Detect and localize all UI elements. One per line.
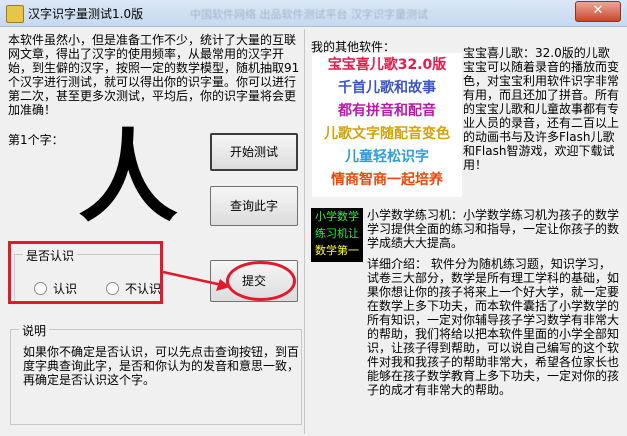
math-icon-line: 数学第一 — [315, 244, 359, 257]
ad-banner[interactable]: 宝宝喜儿歌32.0版 千首儿歌和故事 都有拼音和配音 儿歌文字随配音变色 儿童轻… — [312, 53, 462, 197]
math-icon-line: 小学数学 — [315, 210, 359, 223]
intro-text: 本软件虽然小，但是准备工作不少，统计了大量的互联网文章，得出了汉字的使用频率，从… — [8, 33, 300, 117]
char-counter-label: 第1个字： — [8, 133, 64, 147]
panel-divider — [304, 29, 305, 434]
highlight-ellipse — [226, 261, 296, 301]
ad-line: 都有拼音和配音 — [338, 103, 436, 119]
blurred-caption: 中国软件网络 出品软件测试平台 汉字识字量测试 — [190, 8, 428, 20]
ad-line: 儿童轻松识字 — [345, 149, 429, 165]
math-app-title: 小学数学练习机：小学数学练习机为孩子的数学学习提供全面的练习和指导，一定让你孩子… — [367, 208, 620, 250]
math-app-description: 详细介绍： 软件分为随机练习题，知识学习，试卷三大部分，数学是所有理工学科的基础… — [367, 257, 620, 397]
ad-line: 千首儿歌和故事 — [338, 80, 436, 96]
close-button[interactable]: ✕ — [575, 1, 621, 22]
arrow-icon — [162, 270, 230, 291]
note-title: 说明 — [19, 322, 50, 339]
ad-line: 情商智商一起培养 — [331, 172, 443, 188]
ad-description: 宝宝喜儿歌：32.0版的儿歌宝宝可以随着录音的播放而变色，对宝宝利用软件识字非常… — [463, 46, 620, 172]
app-icon — [6, 5, 24, 23]
highlight-box — [8, 241, 163, 304]
test-character: 人 — [78, 118, 178, 236]
math-app-icon[interactable]: 小学数学 练习机让 数学第一 — [311, 208, 363, 262]
ad-line: 儿歌文字随配音变色 — [324, 126, 450, 142]
start-test-button[interactable]: 开始测试 — [210, 133, 298, 171]
ad-line: 宝宝喜儿歌32.0版 — [327, 57, 447, 73]
window-title: 汉字识字量测试1.0版 — [28, 7, 144, 21]
note-text: 如果你不确定是否认识，可以先点击查询按钮，到百度字典查询此字，是否和你认为的发音… — [23, 345, 300, 387]
math-icon-line: 练习机让 — [315, 227, 359, 240]
title-bar: 汉字识字量测试1.0版 中国软件网络 出品软件测试平台 汉字识字量测试 ✕ — [0, 0, 627, 27]
lookup-char-button[interactable]: 查询此字 — [210, 186, 298, 226]
